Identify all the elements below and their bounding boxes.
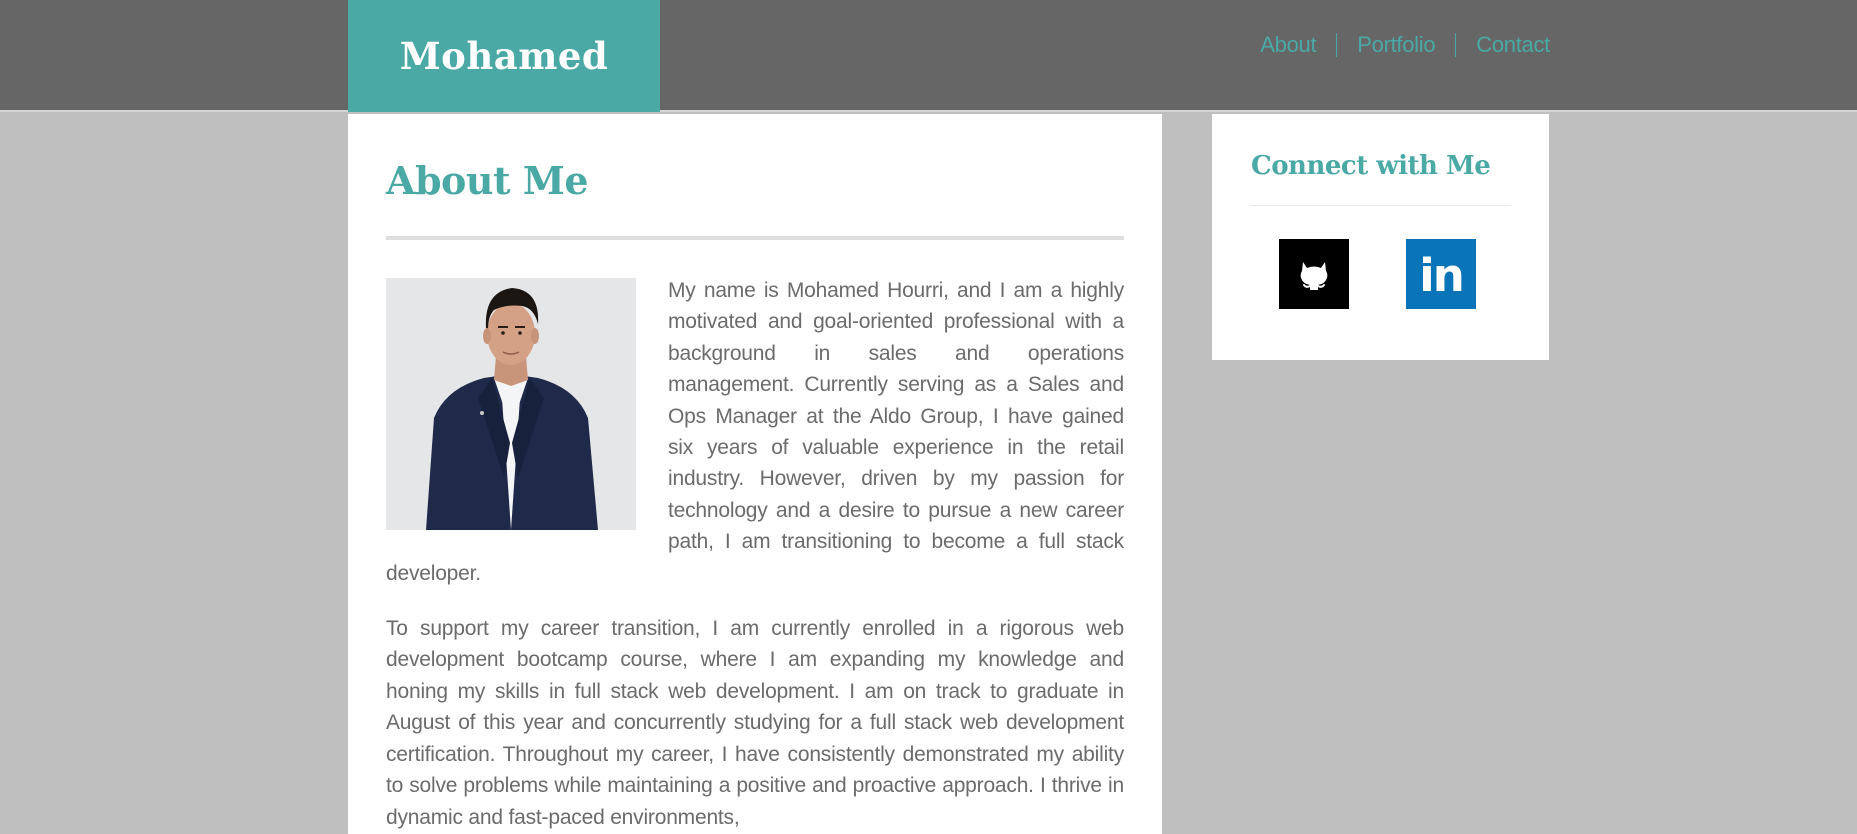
profile-photo [386,278,636,530]
connect-card: Connect with Me in [1212,114,1549,360]
profile-photo-illustration [386,278,636,530]
github-link[interactable] [1279,239,1349,309]
about-title: About Me [386,158,589,203]
nav-link-contact[interactable]: Contact [1456,31,1550,59]
site-header: Mohamed About Portfolio Contact [0,0,1857,112]
about-section: About Me My name is Mohamed Hourri, and … [348,114,1162,834]
logo[interactable]: Mohamed [348,0,660,112]
about-paragraph: To support my career transition, I am cu… [386,617,1124,829]
connect-divider [1251,205,1510,206]
connect-title: Connect with Me [1251,151,1491,181]
linkedin-link[interactable]: in [1406,239,1476,309]
main-nav: About Portfolio Contact [1240,31,1550,59]
about-content: My name is Mohamed Hourri, and I am a hi… [386,275,1124,833]
nav-link-portfolio[interactable]: Portfolio [1337,31,1455,59]
github-icon [1300,262,1328,290]
section-divider [386,236,1124,240]
logo-text: Mohamed [399,34,609,78]
linkedin-icon: in [1419,248,1464,302]
nav-link-about[interactable]: About [1240,31,1336,59]
